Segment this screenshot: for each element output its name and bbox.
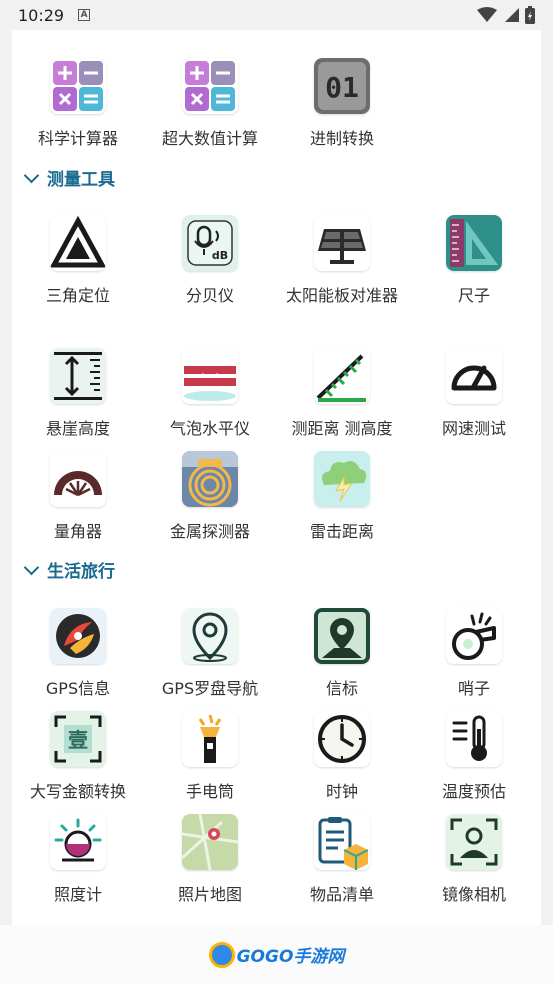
metal-detector-icon	[182, 451, 238, 507]
svg-text:01: 01	[325, 71, 359, 104]
calculator-icon	[50, 58, 106, 114]
tool-label: 时钟	[325, 782, 358, 801]
tool-cliff-height[interactable]: 悬崖高度	[12, 348, 144, 443]
triangle-icon	[50, 215, 106, 271]
section-header-measure[interactable]: 测量工具	[23, 165, 115, 190]
tool-label: 大写金额转换	[29, 782, 126, 801]
clock-time: 10:29	[18, 5, 65, 25]
tool-label: 超大数值计算	[161, 129, 258, 148]
tool-beacon[interactable]: 信标	[276, 608, 408, 703]
tool-label: 进制转换	[309, 129, 374, 148]
gogo-logo: GOGO手游网	[208, 941, 345, 968]
svg-text:dB: dB	[212, 249, 228, 262]
tool-label: 量角器	[53, 522, 102, 541]
section-title: 生活旅行	[47, 562, 115, 582]
chevron-down-icon	[23, 167, 40, 183]
clock-icon	[314, 711, 370, 767]
tool-label: 照片地图	[177, 885, 242, 904]
tool-label: 金属探测器	[169, 522, 250, 541]
tool-photo-map[interactable]: 照片地图	[144, 814, 276, 909]
chevron-down-icon	[23, 559, 40, 575]
speedometer-icon	[446, 348, 502, 404]
tool-flashlight[interactable]: 手电筒	[144, 711, 276, 806]
gogo-logo-icon	[208, 941, 235, 968]
tool-label: 手电筒	[185, 782, 234, 801]
tool-label: 气泡水平仪	[169, 419, 250, 438]
lux-meter-icon	[50, 814, 106, 870]
thermometer-icon	[446, 711, 502, 767]
tool-label: 测距离 测高度	[291, 419, 393, 438]
tool-network-speed-test[interactable]: 网速测试	[408, 348, 540, 443]
tool-ruler[interactable]: 尺子	[408, 215, 540, 310]
decibel-icon: dB	[182, 215, 238, 271]
tool-label: 三角定位	[45, 286, 110, 305]
section-header-life-travel[interactable]: 生活旅行	[23, 557, 115, 582]
tool-label: GPS信息	[45, 679, 111, 698]
photo-map-icon	[182, 814, 238, 870]
tool-label: 分贝仪	[185, 286, 234, 305]
beacon-icon	[314, 608, 370, 664]
tool-temperature-estimate[interactable]: 温度预估	[408, 711, 540, 806]
svg-text:壹: 壹	[68, 728, 88, 752]
whistle-icon	[446, 608, 502, 664]
gps-info-icon	[50, 608, 106, 664]
protractor-icon	[50, 451, 106, 507]
tool-mirror-camera[interactable]: 镜像相机	[408, 814, 540, 909]
tool-base-conversion[interactable]: 01 进制转换	[276, 58, 408, 153]
tool-bubble-level[interactable]: 气泡水平仪	[144, 348, 276, 443]
tool-clock[interactable]: 时钟	[276, 711, 408, 806]
tool-label: 尺子	[457, 286, 490, 305]
tool-metal-detector[interactable]: 金属探测器	[144, 451, 276, 546]
base-convert-icon: 01	[314, 58, 370, 114]
big-calculator-icon	[182, 58, 238, 114]
ruler-icon	[446, 215, 502, 271]
tool-label: 太阳能板对准器	[285, 286, 398, 305]
logo-text: GOGO手游网	[236, 947, 345, 967]
tool-label: 哨子	[457, 679, 490, 698]
tool-label: 信标	[325, 679, 358, 698]
tool-label: GPS罗盘导航	[161, 679, 259, 698]
tool-label: 网速测试	[441, 419, 506, 438]
tool-label: 科学计算器	[37, 129, 118, 148]
tool-lux-meter[interactable]: 照度计	[12, 814, 144, 909]
capital-amount-icon: 壹	[50, 711, 106, 767]
tool-label: 照度计	[53, 885, 102, 904]
tool-gps-info[interactable]: GPS信息	[12, 608, 144, 703]
notification-icon: A	[78, 9, 91, 21]
bubble-level-icon	[182, 348, 238, 404]
tool-distance-height[interactable]: 测距离 测高度	[276, 348, 408, 443]
tool-item-checklist[interactable]: 物品清单	[276, 814, 408, 909]
mirror-camera-icon	[446, 814, 502, 870]
tool-label: 悬崖高度	[45, 419, 110, 438]
tool-solar-panel-aligner[interactable]: 太阳能板对准器	[276, 215, 408, 310]
tool-big-number-calculator[interactable]: 超大数值计算	[144, 58, 276, 153]
tool-capital-amount[interactable]: 壹 大写金额转换	[12, 711, 144, 806]
tool-decibel-meter[interactable]: dB 分贝仪	[144, 215, 276, 310]
tool-label: 雷击距离	[309, 522, 374, 541]
tools-card: 科学计算器 超大数值计算 01 进制转换 测量工具 三角定位 dB 分贝仪 太阳…	[12, 30, 541, 925]
tool-lightning-distance[interactable]: 雷击距离	[276, 451, 408, 546]
tool-triangulation[interactable]: 三角定位	[12, 215, 144, 310]
gps-compass-icon	[182, 608, 238, 664]
status-bar: 10:29 A	[0, 0, 553, 30]
distance-height-icon	[314, 348, 370, 404]
wifi-icon	[477, 7, 497, 22]
tool-gps-compass[interactable]: GPS罗盘导航	[144, 608, 276, 703]
tool-scientific-calculator[interactable]: 科学计算器	[12, 58, 144, 153]
lightning-icon	[314, 451, 370, 507]
tool-label: 物品清单	[309, 885, 374, 904]
section-title: 测量工具	[47, 170, 115, 190]
cliff-height-icon	[50, 348, 106, 404]
tool-whistle[interactable]: 哨子	[408, 608, 540, 703]
solar-panel-icon	[314, 215, 370, 271]
tool-label: 温度预估	[441, 782, 506, 801]
tool-label: 镜像相机	[441, 885, 506, 904]
footer-watermark: GOGO手游网	[0, 925, 553, 984]
signal-icon	[505, 8, 519, 22]
tool-protractor[interactable]: 量角器	[12, 451, 144, 546]
checklist-icon	[314, 814, 370, 870]
battery-icon	[525, 6, 535, 24]
flashlight-icon	[182, 711, 238, 767]
